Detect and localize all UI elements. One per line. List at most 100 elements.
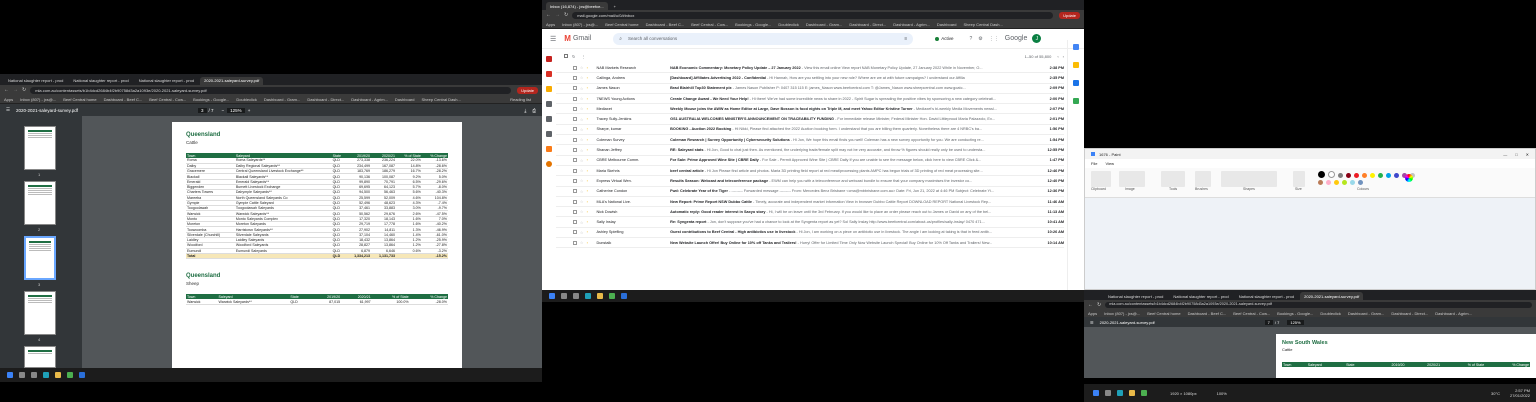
mail-checkbox[interactable] <box>573 178 577 183</box>
colour-swatch[interactable] <box>1361 173 1367 178</box>
important-marker-icon[interactable]: › <box>587 220 591 224</box>
mail-row[interactable]: ☆ › Tracey Sully-Jenkins GS1 AUSTRALIA WELC… <box>556 114 1064 125</box>
colour-palette[interactable] <box>1317 170 1417 188</box>
start-icon[interactable] <box>549 293 555 299</box>
mail-row[interactable]: ☆ › Coleman Survey Coleman Research | Surve… <box>556 135 1064 146</box>
settings-icon[interactable]: ⚙ <box>978 36 982 42</box>
mail-icon[interactable] <box>79 372 85 378</box>
bookmark-8[interactable]: Dashboard - Gram... <box>1348 311 1384 316</box>
mail-row[interactable]: ☆ › NAB Markets Research NAB Economic Comme… <box>556 63 1064 74</box>
size-group[interactable] <box>1293 171 1305 187</box>
search-bar[interactable]: ⌕ Search all conversations ≡ <box>613 32 914 45</box>
tools-group[interactable] <box>1161 171 1185 187</box>
edge-icon[interactable] <box>1117 390 1123 396</box>
bookmark-3[interactable]: Beef Central home <box>63 97 96 102</box>
mail-row[interactable]: ☆ › Nick Dowish Automatic reply: Good reade… <box>556 207 1064 218</box>
thumbnail-page-2[interactable] <box>24 181 56 225</box>
bookmark-7[interactable]: Doubleclick <box>236 97 256 102</box>
reload-icon[interactable]: ↻ <box>1097 302 1101 308</box>
important-marker-icon[interactable]: › <box>587 86 591 90</box>
star-icon[interactable]: ☆ <box>580 137 584 142</box>
download-icon[interactable]: ⤓ <box>524 108 526 113</box>
mail-checkbox[interactable] <box>573 230 577 235</box>
bookmark-1[interactable]: Apps <box>1088 311 1097 316</box>
right-tab-1[interactable]: National slaughter report - prod <box>1104 292 1167 300</box>
mail-checkbox[interactable] <box>573 96 577 101</box>
bookmark-7[interactable]: Doubleclick <box>1320 311 1340 316</box>
chrome-icon[interactable] <box>1141 390 1147 396</box>
important-marker-icon[interactable]: › <box>587 169 591 173</box>
bookmark-6[interactable]: Bookings - Google... <box>735 22 771 27</box>
important-marker-icon[interactable]: › <box>587 117 591 121</box>
colour-swatch[interactable] <box>1333 180 1339 185</box>
taskview-icon[interactable] <box>573 293 579 299</box>
colour-swatch[interactable] <box>1325 180 1331 185</box>
mail-row[interactable]: ☆ › Callinga, Andrew [Dashboard] Affiliates… <box>556 73 1064 84</box>
add-on-icon[interactable] <box>1073 98 1079 104</box>
clock[interactable]: 2:57 PM 27/01/2022 <box>1510 388 1530 398</box>
bookmark-5[interactable]: Beef Central - Cow... <box>149 97 186 102</box>
thumbnail-page-1[interactable] <box>24 126 56 170</box>
bookmark-3[interactable]: Beef Central home <box>605 22 638 27</box>
bookmark-4[interactable]: Dashboard - Beef C... <box>104 97 143 102</box>
start-icon[interactable] <box>7 372 13 378</box>
reload-icon[interactable]: ↻ <box>564 12 568 18</box>
chrome-icon[interactable] <box>67 372 73 378</box>
mail-checkbox[interactable] <box>573 137 577 142</box>
important-marker-icon[interactable]: › <box>587 241 591 245</box>
mail-checkbox[interactable] <box>573 199 577 204</box>
bookmark-1[interactable]: Apps <box>4 97 13 102</box>
calendar-icon[interactable] <box>1073 44 1079 50</box>
star-icon[interactable]: ☆ <box>580 220 584 225</box>
active-status[interactable]: Active <box>941 36 953 41</box>
mail-checkbox[interactable] <box>573 117 577 122</box>
important-marker-icon[interactable]: › <box>587 127 591 131</box>
start-icon[interactable] <box>1093 390 1099 396</box>
taskview-icon[interactable] <box>31 372 37 378</box>
prev-page-icon[interactable]: ‹ <box>1057 54 1058 59</box>
paint-canvas-area[interactable] <box>1085 198 1535 289</box>
mail-row[interactable]: ☆ › Catherine Condon Fwd: Celebrate Year of… <box>556 187 1064 197</box>
colour-swatch[interactable] <box>1369 173 1375 178</box>
mail-checkbox[interactable] <box>573 65 577 70</box>
star-icon[interactable]: ☆ <box>580 168 584 173</box>
drafts-icon[interactable] <box>546 131 552 137</box>
help-icon[interactable]: ? <box>970 36 973 42</box>
select-all-checkbox[interactable] <box>564 54 568 58</box>
avatar[interactable]: J <box>1032 34 1042 43</box>
back-icon[interactable]: ← <box>4 87 9 93</box>
close-icon[interactable]: ✕ <box>1526 152 1529 157</box>
bookmark-10[interactable]: Dashboard - Agrim... <box>351 97 388 102</box>
bookmark-9[interactable]: Dashboard - Direct... <box>1391 311 1428 316</box>
bookmark-10[interactable]: Dashboard - Agrim... <box>1435 311 1472 316</box>
star-icon[interactable]: ☆ <box>580 209 584 214</box>
bookmark-9[interactable]: Dashboard - Direct... <box>849 22 886 27</box>
important-marker-icon[interactable]: › <box>587 158 591 162</box>
star-icon[interactable]: ☆ <box>580 86 584 91</box>
important-marker-icon[interactable]: › <box>587 210 591 214</box>
sent-icon[interactable] <box>546 116 552 122</box>
mail-row[interactable]: ☆ › Mediaxet Weekly Mouse joins the AWW as … <box>556 104 1064 115</box>
bookmark-2[interactable]: Inbox (807) - jxs@... <box>562 22 598 27</box>
files-icon[interactable] <box>597 293 603 299</box>
mail-row[interactable]: ☆ › MLA's National Live. New Report: Prime … <box>556 197 1064 208</box>
reload-icon[interactable]: ↻ <box>22 87 26 93</box>
left-url-field[interactable]: mla.com.au/contentassets/b1b4dcd2684b4f2… <box>30 86 512 94</box>
edit-colours-icon[interactable] <box>1405 174 1413 182</box>
right-page-number[interactable]: 7 <box>1264 319 1273 325</box>
chrome-icon[interactable] <box>609 293 615 299</box>
refresh-icon[interactable]: ↻ <box>572 54 575 59</box>
page-number-input[interactable]: 3 <box>198 107 207 113</box>
mail-checkbox[interactable] <box>573 86 577 91</box>
menu-file[interactable]: File <box>1091 161 1097 166</box>
compose-icon[interactable] <box>546 56 552 62</box>
zoom-level[interactable]: 125% <box>227 107 245 113</box>
bookmark-12[interactable]: Sheep Central Dash... <box>422 97 461 102</box>
search-taskbar-icon[interactable] <box>561 293 567 299</box>
important-marker-icon[interactable]: › <box>587 107 591 111</box>
important-marker-icon[interactable]: › <box>587 189 591 193</box>
mail-checkbox[interactable] <box>573 148 577 153</box>
forward-icon[interactable]: → <box>555 12 560 18</box>
mail-checkbox[interactable] <box>573 127 577 132</box>
bookmark-6[interactable]: Bookings - Google... <box>1277 311 1313 316</box>
